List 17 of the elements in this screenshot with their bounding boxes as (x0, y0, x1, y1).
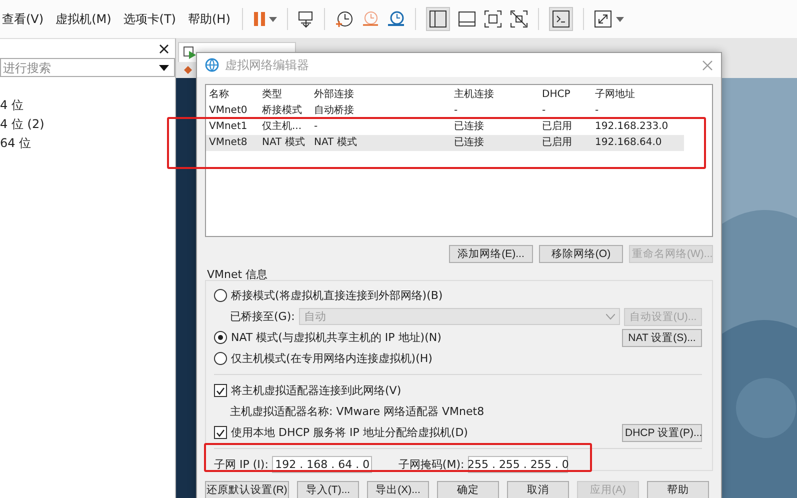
column-header: 名称 (209, 88, 230, 102)
bridge-label: 已桥接至(G): (230, 309, 295, 324)
radio-label: 仅主机模式(在专用网络内连接虚拟机)(H) (231, 351, 432, 366)
radio-label: NAT 模式(与虚拟机共享主机的 IP 地址)(N) (231, 330, 442, 345)
column-header: 主机连接 (454, 88, 495, 102)
adapter-name-text: 主机虚拟适配器名称: VMware 网络适配器 VMnet8 (230, 404, 484, 419)
radio-label: 桥接模式(将虚拟机直接连接到外部网络)(B) (231, 288, 443, 303)
column-header: 子网地址 (595, 88, 636, 102)
column-header: 外部连接 (314, 88, 355, 102)
subnet-ip-label: 子网 IP (I): (214, 457, 268, 472)
dialog-title: 虚拟网络编辑器 (225, 56, 310, 74)
column-header: DHCP (542, 88, 572, 102)
group-title: VMnet 信息 (206, 267, 269, 280)
column-header: 类型 (262, 88, 283, 102)
subnet-mask-label: 子网掩码(M): (398, 457, 464, 472)
checkbox-label: 将主机虚拟适配器连接到此网络(V) (231, 383, 402, 398)
checkbox-label: 使用本地 DHCP 服务将 IP 地址分配给虚拟机(D) (231, 425, 469, 440)
